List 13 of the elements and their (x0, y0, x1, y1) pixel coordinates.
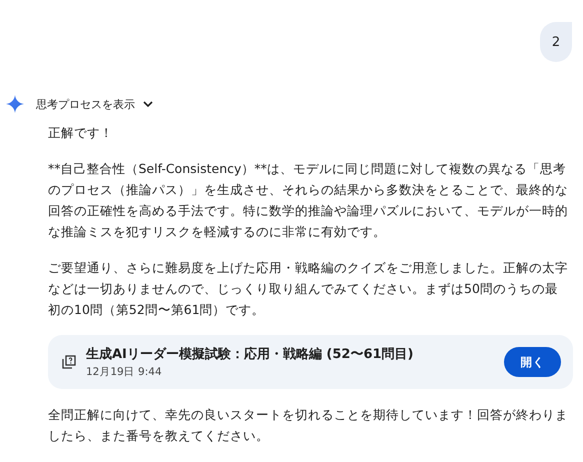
paragraph: **自己整合性（Self-Consistency）**は、モデルに同じ問題に対して複数の異なる「思考のプロセス（推論パス）」を生成させ、それらの結果から多数決をとることで、最終的な回答の正確性を高める手法です。特に数学的推論や論理パズルにおいて、モデルが一時的な推論ミスを犯すリスクを軽減するのに非常に有効です。 (48, 160, 569, 241)
paragraph: 正解です！ (48, 124, 114, 142)
message-bubble: 2 (540, 22, 572, 62)
show-thinking-toggle[interactable]: 思考プロセスを表示 (36, 96, 153, 112)
document-card[interactable]: 生成AIリーダー模擬試験：応用・戦略編 (52〜61問目) 12月19日 9:44 開く (48, 335, 573, 389)
card-title: 生成AIリーダー模擬試験：応用・戦略編 (52〜61問目) (86, 346, 414, 364)
sparkle-icon (6, 95, 24, 113)
paragraph: ご要望通り、さらに難易度を上げた応用・戦略編のクイズをご用意しました。正解の太字などは一切ありませんので、じっくり取り組んでみてください。まずは50問のうちの最初の10問（第52問〜第61問）です。 (48, 259, 569, 319)
open-button[interactable]: 開く (504, 347, 561, 377)
document-icon (62, 355, 76, 369)
paragraph: 全問正解に向けて、幸先の良いスタートを切れることを期待しています！回答が終わりましたら、また番号を教えてください。 (48, 406, 569, 445)
chevron-icon (143, 100, 153, 108)
timestamp: 12月19日 9:44 (86, 365, 163, 379)
